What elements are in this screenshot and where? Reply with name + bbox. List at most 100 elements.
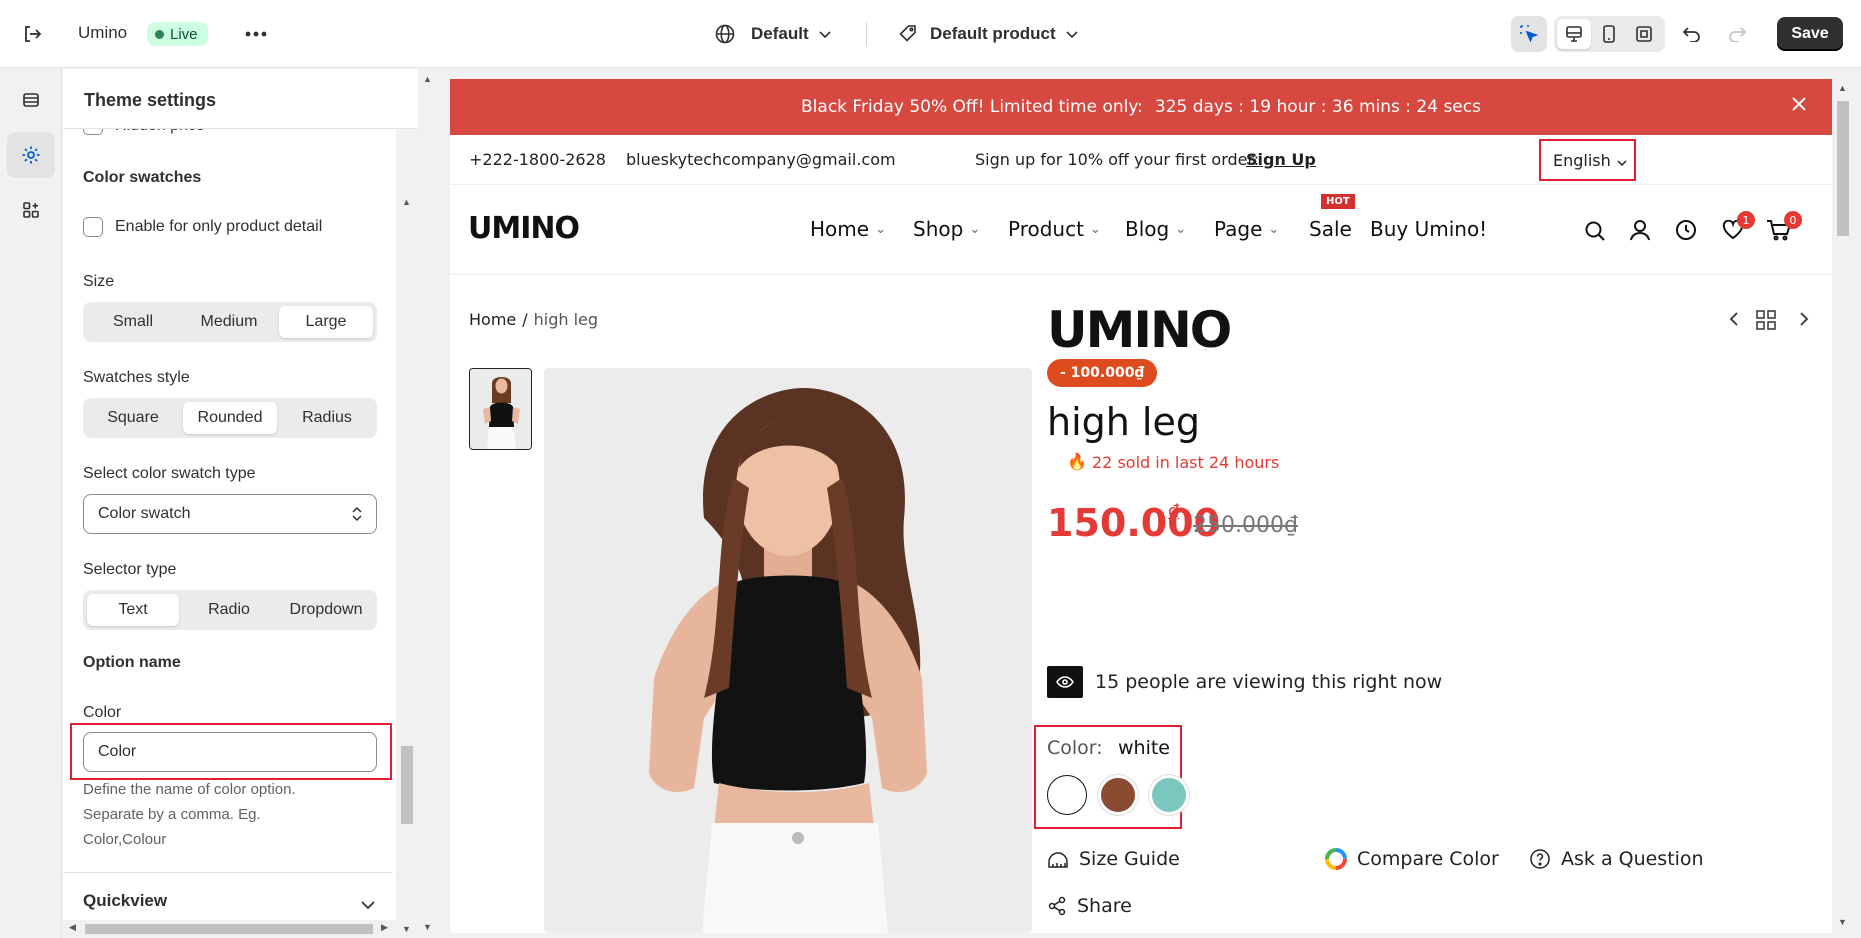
share-link[interactable]: Share	[1047, 895, 1132, 917]
nav-item-product[interactable]: Product ⌄	[1008, 217, 1101, 241]
panel-header: Theme settings	[63, 69, 418, 129]
scroll-down-icon[interactable]: ▼	[1838, 917, 1847, 927]
save-button[interactable]: Save	[1777, 17, 1843, 51]
theme-selector[interactable]: Default	[714, 16, 831, 52]
eye-icon	[1047, 666, 1083, 698]
ask-question-link[interactable]: Ask a Question	[1529, 848, 1704, 870]
chevron-down-icon[interactable]	[361, 897, 375, 915]
gear-icon	[22, 146, 40, 164]
selector-type-dropdown[interactable]: Dropdown	[279, 594, 373, 626]
cursor-select-icon	[1520, 25, 1539, 43]
divider	[866, 22, 867, 46]
status-dot	[155, 29, 164, 39]
swatch-teal[interactable]	[1149, 775, 1189, 815]
chevron-down-icon	[1066, 24, 1078, 44]
share-icon	[1048, 896, 1066, 916]
chevron-down-icon: ⌄	[969, 221, 981, 237]
nav-item-home[interactable]: Home ⌄	[810, 217, 886, 241]
mobile-view-button[interactable]	[1592, 19, 1626, 49]
status-badge: Live	[147, 22, 208, 46]
nav-item-page[interactable]: Page ⌄	[1214, 217, 1279, 241]
compare-price: 250.000₫	[1193, 513, 1298, 538]
swatch-type-select[interactable]: Color swatch	[83, 494, 377, 534]
size-label: Size	[83, 273, 115, 290]
chevron-down-icon: ⌄	[1089, 221, 1101, 237]
grid-icon[interactable]	[1756, 310, 1776, 334]
size-option-medium[interactable]: Medium	[183, 306, 275, 338]
swatch-style-square[interactable]: Square	[87, 402, 179, 434]
desktop-view-button[interactable]	[1557, 19, 1591, 49]
product-thumbnail[interactable]	[469, 368, 532, 450]
account-icon[interactable]	[1629, 219, 1651, 245]
color-swatches-heading: Color swatches	[83, 169, 202, 186]
nav-item-blog[interactable]: Blog ⌄	[1125, 217, 1186, 241]
scroll-up-icon[interactable]: ▲	[402, 197, 411, 207]
swatch-style-radius[interactable]: Radius	[281, 402, 373, 434]
scroll-up-icon[interactable]: ▲	[423, 74, 432, 84]
breadcrumb-current: high leg	[533, 310, 599, 329]
product-main-image[interactable]	[544, 368, 1032, 933]
exit-icon[interactable]	[20, 22, 44, 46]
apps-button[interactable]	[7, 187, 55, 233]
chevron-down-icon	[819, 24, 831, 44]
language-label: English	[1553, 150, 1611, 170]
selector-type-radio[interactable]: Radio	[183, 594, 275, 626]
fire-icon: 🔥	[1067, 452, 1087, 471]
size-option-large[interactable]: Large	[279, 306, 373, 338]
nav-item-buy-umino[interactable]: Buy Umino!	[1370, 217, 1487, 241]
quickview-heading[interactable]: Quickview	[83, 891, 167, 911]
undo-icon[interactable]	[1680, 22, 1704, 46]
preview-scrollbar[interactable]: ▲ ▼	[1834, 79, 1852, 933]
panel-hscrollbar[interactable]: ◀ ▶	[63, 920, 396, 938]
selector-type-text[interactable]: Text	[87, 594, 179, 626]
sections-button[interactable]	[7, 77, 55, 123]
store-logo[interactable]: UMINO	[468, 211, 580, 246]
close-icon[interactable]	[1790, 95, 1808, 118]
theme-settings-button[interactable]	[7, 132, 55, 178]
chevron-down-icon: ⌄	[875, 221, 886, 237]
more-icon[interactable]	[244, 22, 268, 46]
option-name-heading: Option name	[83, 654, 181, 671]
breadcrumb: Home / high leg	[469, 310, 598, 329]
scroll-right-icon[interactable]: ▶	[381, 922, 388, 933]
selector-type-label: Selector type	[83, 561, 177, 578]
redo-icon[interactable]	[1725, 22, 1749, 46]
next-product-icon[interactable]	[1799, 311, 1809, 331]
scroll-down-icon[interactable]: ▼	[402, 924, 411, 934]
scrollbar-thumb[interactable]	[401, 746, 413, 824]
swatch-style-rounded[interactable]: Rounded	[183, 402, 277, 434]
scroll-left-icon[interactable]: ◀	[69, 922, 76, 933]
chevron-down-icon	[1617, 151, 1627, 170]
inspector-button[interactable]	[1511, 16, 1547, 52]
template-selector[interactable]: Default product	[898, 16, 1078, 52]
store-preview: Black Friday 50% Off! Limited time only:…	[450, 79, 1832, 933]
panel-scrollbar[interactable]: ▲ ▼	[396, 129, 418, 938]
signup-link[interactable]: Sign Up	[1246, 150, 1316, 169]
enable-detail-checkbox[interactable]	[83, 217, 103, 237]
scroll-up-icon[interactable]: ▲	[1838, 83, 1847, 93]
swatch-white[interactable]	[1047, 775, 1087, 815]
main-nav: UMINO Home ⌄ Shop ⌄ Product ⌄ Blog ⌄ Page ⌄ S…	[450, 185, 1832, 275]
breadcrumb-home[interactable]: Home	[469, 310, 516, 329]
phone[interactable]: +222-1800-2628	[469, 150, 606, 169]
compare-color-link[interactable]: Compare Color	[1325, 848, 1499, 870]
scroll-down-icon[interactable]: ▼	[423, 922, 432, 932]
scrollbar-thumb[interactable]	[1837, 101, 1849, 236]
nav-item-shop[interactable]: Shop ⌄	[913, 217, 980, 241]
selector-type-segmented-control: Text Radio Dropdown	[83, 590, 377, 630]
language-selector[interactable]: English	[1539, 139, 1636, 181]
prev-product-icon[interactable]	[1729, 311, 1739, 331]
size-option-small[interactable]: Small	[87, 306, 179, 338]
swatch-brown[interactable]	[1098, 775, 1138, 815]
product-title: high leg	[1047, 400, 1200, 444]
clock-icon[interactable]	[1675, 219, 1697, 245]
email[interactable]: blueskytechcompany@gmail.com	[626, 150, 896, 169]
size-guide-link[interactable]: Size Guide	[1047, 848, 1180, 870]
nav-item-sale[interactable]: Sale	[1309, 217, 1352, 241]
fullscreen-view-button[interactable]	[1627, 19, 1661, 49]
search-icon[interactable]	[1584, 220, 1606, 246]
hscrollbar-thumb[interactable]	[85, 924, 373, 934]
apps-icon	[23, 202, 39, 218]
enable-detail-label: Enable for only product detail	[115, 218, 323, 235]
highlight-box	[70, 723, 392, 780]
